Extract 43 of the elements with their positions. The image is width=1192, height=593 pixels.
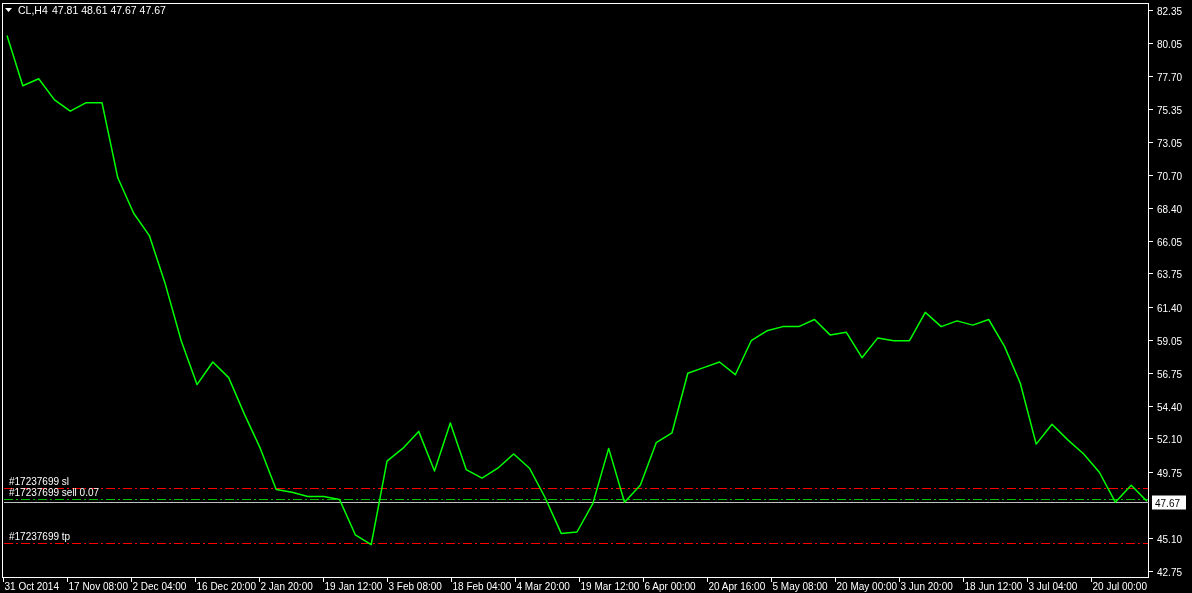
x-tick-label: 6 Apr 00:00	[644, 581, 696, 592]
y-tick-label: 61.40	[1157, 302, 1183, 314]
order-label: #17237699 sell 0.07	[9, 486, 100, 498]
x-tick-label: 5 May 08:00	[772, 581, 828, 592]
x-tick-label: 18 Feb 04:00	[452, 581, 512, 592]
y-tick-label: 42.75	[1157, 566, 1183, 578]
y-tick-label: 80.05	[1157, 38, 1183, 50]
y-tick-label: 45.10	[1157, 533, 1183, 545]
chart-symbol: CL,H4	[18, 4, 48, 16]
x-tick-label: 31 Oct 2014	[4, 581, 59, 592]
bid-price-label: 47.67	[1152, 495, 1186, 510]
x-tick-label: 17 Nov 08:00	[68, 581, 128, 592]
y-tick-label: 52.10	[1157, 433, 1183, 445]
y-tick-label: 70.70	[1157, 170, 1183, 182]
y-tick-label: 73.05	[1157, 137, 1183, 149]
y-tick-label: 56.75	[1157, 368, 1183, 380]
x-tick-label: 3 Jul 04:00	[1028, 581, 1078, 592]
order-label: #17237699 tp	[9, 530, 71, 542]
collapse-triangle-icon[interactable]	[5, 8, 12, 12]
x-tick-label: 2 Dec 04:00	[132, 581, 187, 592]
y-tick-label: 63.75	[1157, 268, 1183, 280]
y-tick-label: 68.40	[1157, 203, 1183, 215]
y-tick-label: 82.35	[1157, 5, 1183, 17]
y-tick-label: 49.75	[1157, 467, 1183, 479]
x-tick-label: 20 Jul 00:00	[1092, 581, 1147, 592]
x-tick-label: 4 Mar 20:00	[516, 581, 570, 592]
y-tick-label: 75.35	[1157, 104, 1183, 116]
x-tick-label: 3 Jun 20:00	[900, 581, 953, 592]
order-label: #17237699 sl	[9, 475, 70, 487]
x-tick-label: 16 Dec 20:00	[196, 581, 256, 592]
x-tick-label: 20 May 00:00	[836, 581, 898, 592]
x-tick-label: 20 Apr 16:00	[708, 581, 766, 592]
ohlc-values: 47.81 48.61 47.67 47.67	[52, 4, 166, 16]
x-tick-label: 3 Feb 08:00	[388, 581, 442, 592]
y-tick-label: 77.70	[1157, 71, 1183, 83]
y-tick-label: 59.05	[1157, 335, 1183, 347]
x-tick-label: 18 Jun 12:00	[964, 581, 1023, 592]
x-tick-label: 19 Mar 12:00	[580, 581, 640, 592]
ref-line-label: 47.67	[1155, 497, 1181, 509]
x-tick-label: 19 Jan 12:00	[324, 581, 383, 592]
y-tick-label: 54.40	[1157, 401, 1183, 413]
y-tick-label: 66.05	[1157, 236, 1183, 248]
x-tick-label: 2 Jan 20:00	[260, 581, 313, 592]
